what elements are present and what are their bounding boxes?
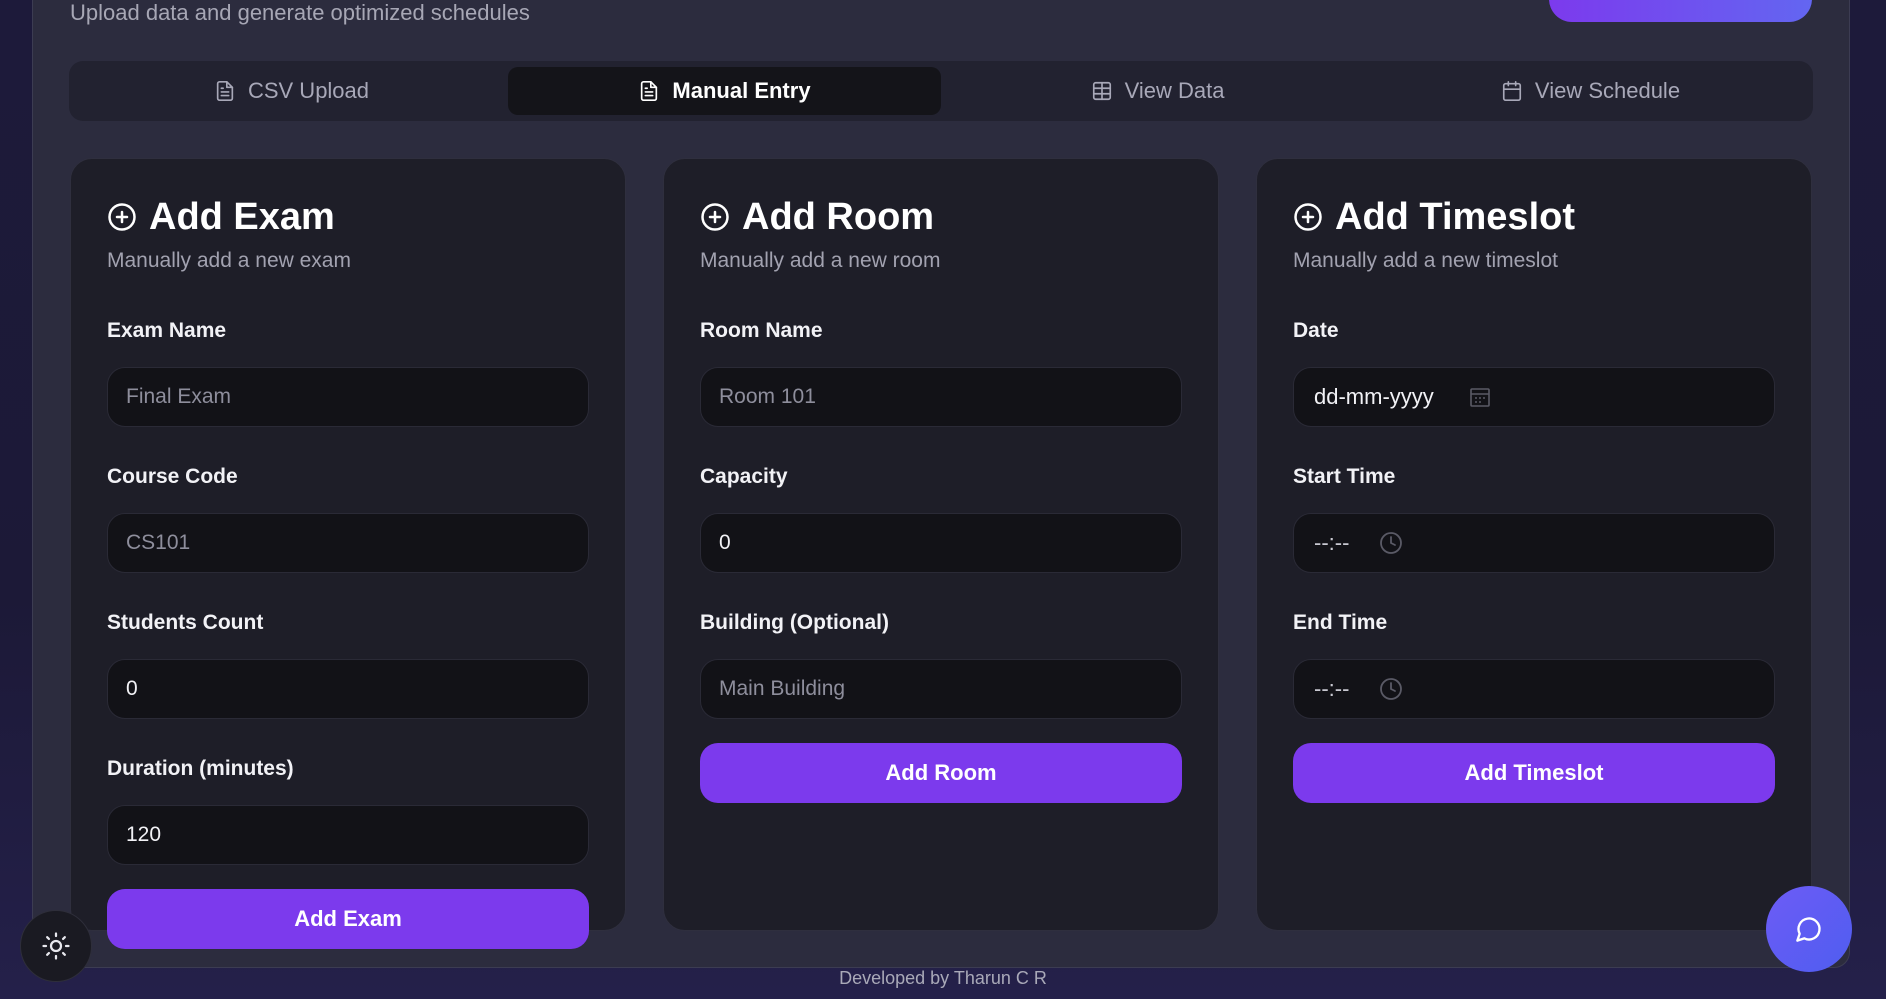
field-label: Start Time [1293, 465, 1396, 488]
students-count-field: Students Count [107, 611, 589, 719]
start-time-field: Start Time --:-- [1293, 465, 1775, 573]
page-subtitle: Upload data and generate optimized sched… [70, 0, 530, 25]
clock-icon[interactable] [1379, 677, 1403, 701]
calendar-icon[interactable] [1468, 385, 1492, 409]
card-description: Manually add a new exam [107, 249, 351, 272]
add-room-card: Add Room Manually add a new room Room Na… [663, 158, 1219, 931]
message-circle-icon [1796, 917, 1821, 942]
add-room-button[interactable]: Add Room [700, 743, 1182, 803]
course-code-input[interactable] [107, 513, 589, 573]
tab-view-schedule[interactable]: View Schedule [1374, 67, 1807, 115]
calendar-icon [1502, 81, 1521, 101]
add-timeslot-card: Add Timeslot Manually add a new timeslot… [1256, 158, 1812, 931]
table-icon [1092, 81, 1111, 101]
field-label: Duration (minutes) [107, 757, 294, 780]
card-description: Manually add a new timeslot [1293, 249, 1558, 272]
end-time-field: End Time --:-- [1293, 611, 1775, 719]
tab-label: CSV Upload [247, 78, 370, 103]
field-label: Capacity [700, 465, 788, 488]
field-label: Course Code [107, 465, 238, 488]
card-title-text: Add Exam [149, 195, 335, 238]
date-field: Date dd-mm-yyyy [1293, 319, 1775, 427]
building-input[interactable] [700, 659, 1182, 719]
start-time-value: --:-- [1314, 530, 1350, 555]
room-name-input[interactable] [700, 367, 1182, 427]
card-description: Manually add a new room [700, 249, 941, 272]
building-field: Building (Optional) [700, 611, 1182, 719]
tab-label: View Schedule [1534, 78, 1681, 103]
footer-credit: Developed by Tharun C R [839, 968, 1047, 988]
add-timeslot-button[interactable]: Add Timeslot [1293, 743, 1775, 803]
add-exam-card: Add Exam Manually add a new exam Exam Na… [70, 158, 626, 949]
plus-circle-icon [701, 203, 729, 231]
exam-name-input[interactable] [107, 367, 589, 427]
end-time-value: --:-- [1314, 676, 1350, 701]
clock-icon[interactable] [1379, 531, 1403, 555]
file-text-icon [641, 81, 658, 101]
field-label: Exam Name [107, 319, 227, 342]
tab-label: View Data [1124, 78, 1225, 103]
plus-circle-icon [108, 203, 136, 231]
card-title: Add Timeslot [1293, 195, 1775, 239]
start-time-input[interactable]: --:-- [1293, 513, 1775, 573]
generate-schedule-button[interactable] [1549, 0, 1812, 22]
course-code-field: Course Code [107, 465, 589, 573]
duration-field: Duration (minutes) [107, 757, 589, 865]
tab-manual-entry[interactable]: Manual Entry [508, 67, 941, 115]
room-name-field: Room Name [700, 319, 1182, 427]
tab-label: Manual Entry [672, 78, 811, 103]
students-count-input[interactable] [107, 659, 589, 719]
file-text-icon [216, 81, 234, 101]
duration-input[interactable] [107, 805, 589, 865]
date-value: dd-mm-yyyy [1314, 384, 1434, 409]
end-time-input[interactable]: --:-- [1293, 659, 1775, 719]
field-label: Students Count [107, 611, 264, 634]
exam-name-field: Exam Name [107, 319, 589, 427]
tab-view-data[interactable]: View Data [941, 67, 1374, 115]
card-title-text: Add Timeslot [1335, 195, 1575, 238]
plus-circle-icon [1294, 203, 1322, 231]
field-label: Date [1293, 319, 1339, 342]
capacity-field: Capacity [700, 465, 1182, 573]
field-label: Room Name [700, 319, 823, 342]
date-input[interactable]: dd-mm-yyyy [1293, 367, 1775, 427]
card-title-text: Add Room [742, 195, 935, 238]
chat-button[interactable] [1766, 886, 1852, 972]
field-label: End Time [1293, 611, 1388, 634]
sun-icon [42, 932, 70, 960]
card-title: Add Exam [107, 195, 589, 239]
tab-bar: CSV Upload Manual Entry View Data View S… [69, 61, 1813, 121]
add-exam-button[interactable]: Add Exam [107, 889, 589, 949]
field-label: Building (Optional) [700, 611, 889, 634]
tab-csv-upload[interactable]: CSV Upload [75, 67, 508, 115]
capacity-input[interactable] [700, 513, 1182, 573]
card-title: Add Room [700, 195, 1182, 239]
